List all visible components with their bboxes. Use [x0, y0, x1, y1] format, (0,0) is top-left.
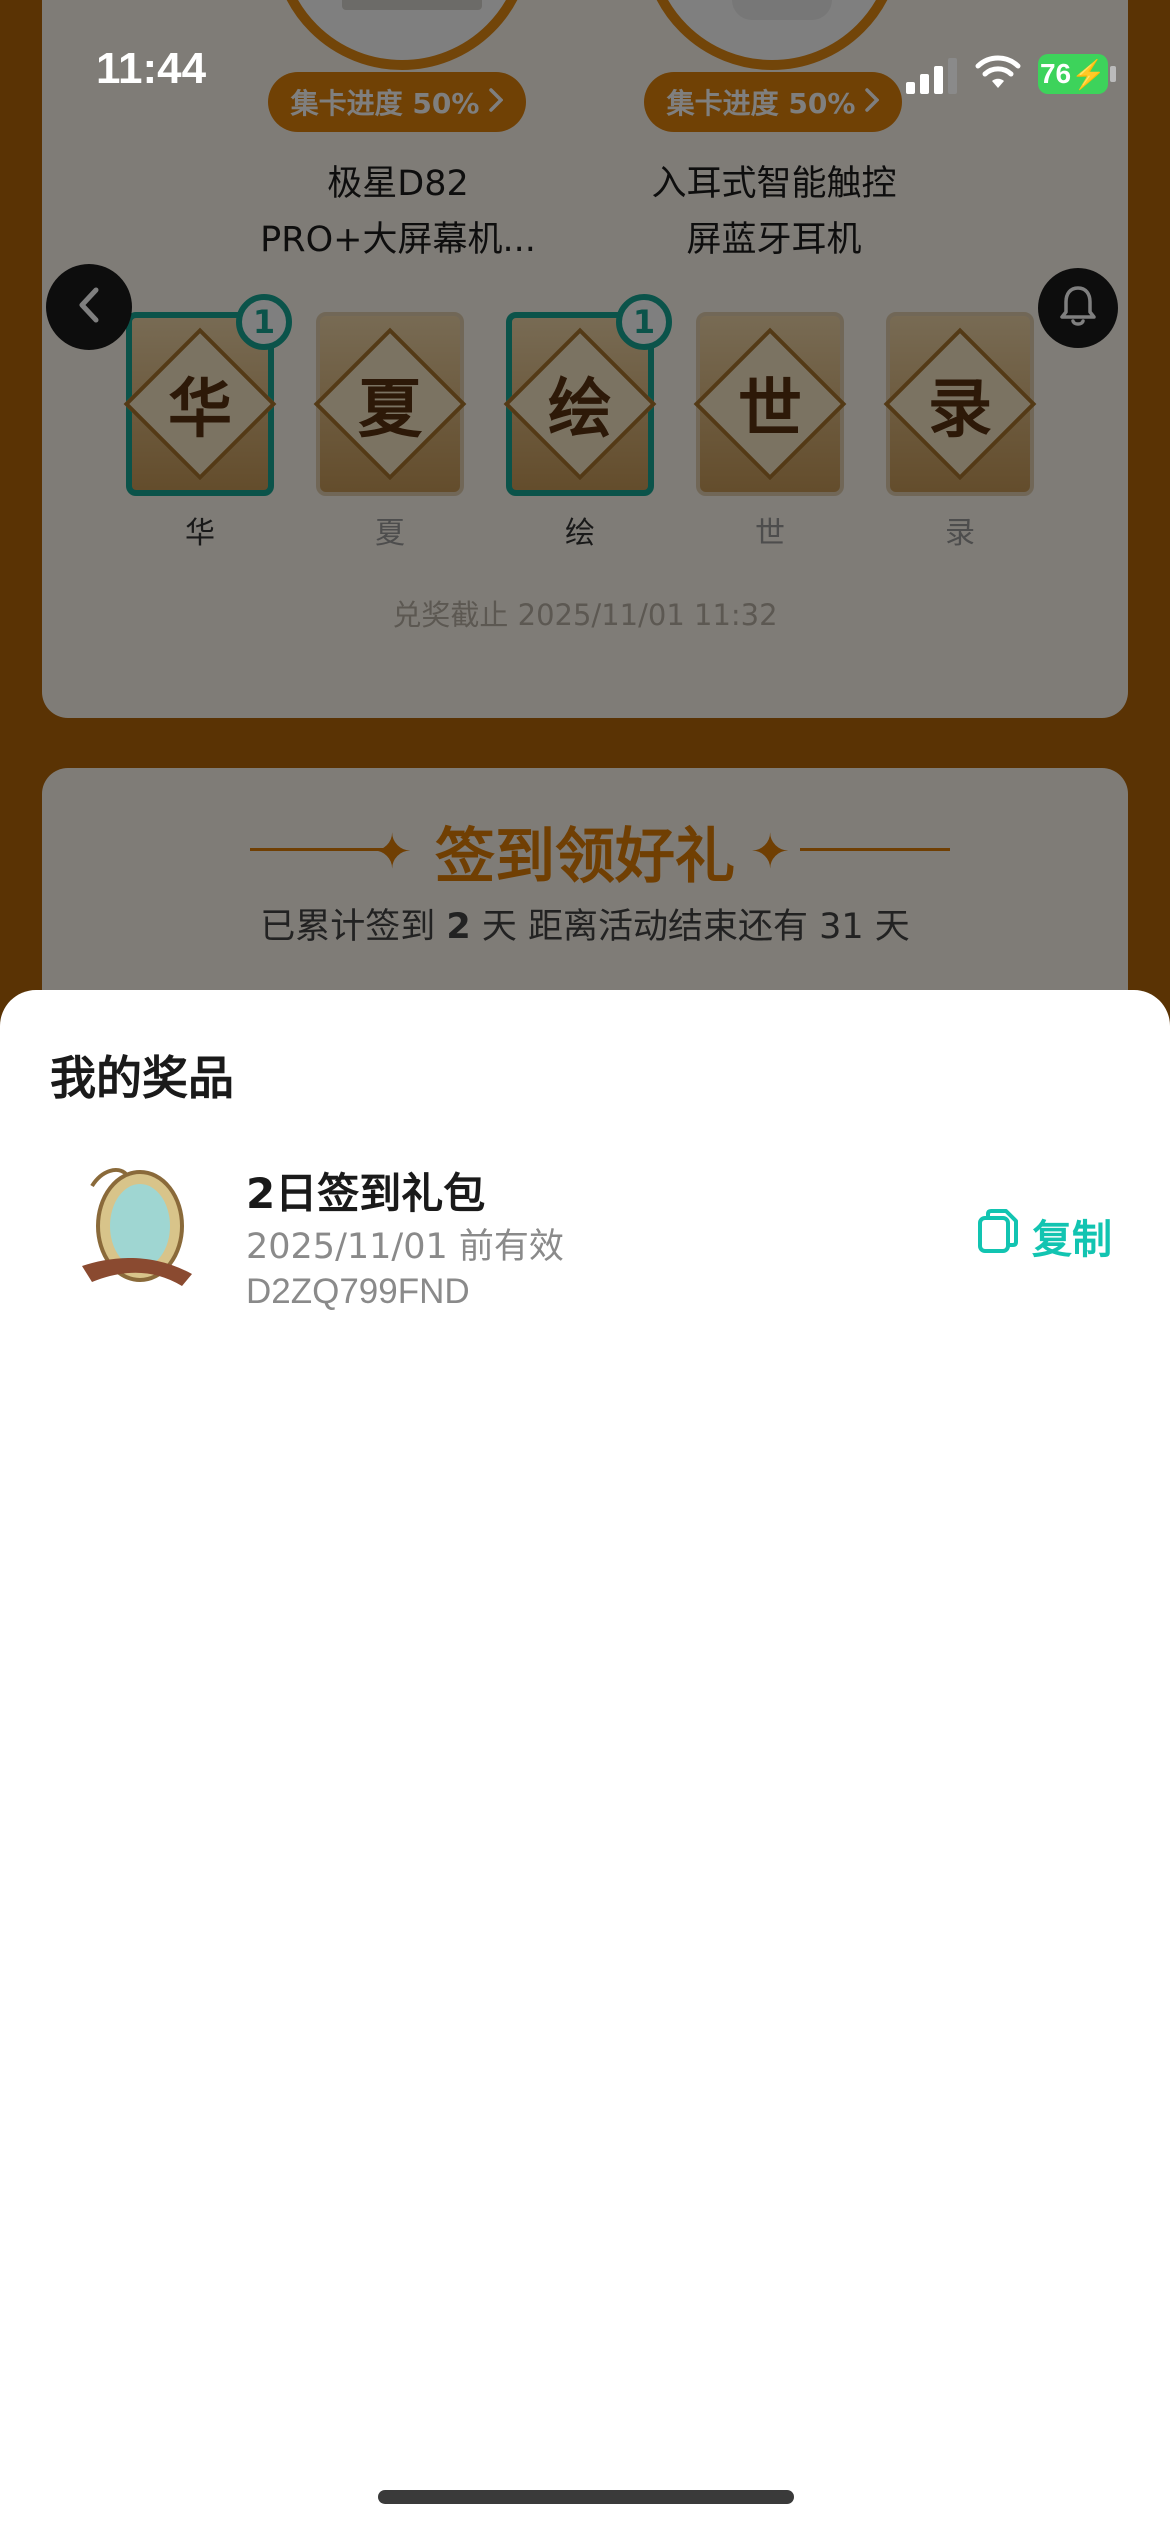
battery-level: 76	[1039, 58, 1072, 89]
prize-expiry: 2025/11/01 前有效	[246, 1227, 564, 1267]
prize-name: 2日签到礼包	[246, 1169, 486, 1218]
copy-label: 复制	[1032, 1217, 1112, 1263]
battery-cap	[1110, 66, 1116, 82]
prize-thumbnail	[62, 1156, 212, 1306]
my-prizes-sheet: 我的奖品 2日签到礼包 2025/11/01 前有效 D2ZQ799FND 复制	[0, 990, 1170, 2532]
charging-bolt-icon: ⚡	[1071, 58, 1107, 90]
status-time: 11:44	[96, 44, 207, 93]
wifi-icon	[974, 52, 1022, 92]
copy-button[interactable]: 复制	[976, 1206, 1112, 1266]
prize-item: 2日签到礼包 2025/11/01 前有效 D2ZQ799FND 复制	[0, 1150, 1170, 1350]
home-indicator[interactable]	[378, 2490, 794, 2504]
signal-icon	[904, 56, 960, 96]
copy-icon	[976, 1208, 1020, 1264]
battery-icon: 76 ⚡	[1038, 54, 1108, 94]
prize-code: D2ZQ799FND	[246, 1272, 470, 1311]
sheet-title: 我的奖品	[50, 1051, 234, 1105]
